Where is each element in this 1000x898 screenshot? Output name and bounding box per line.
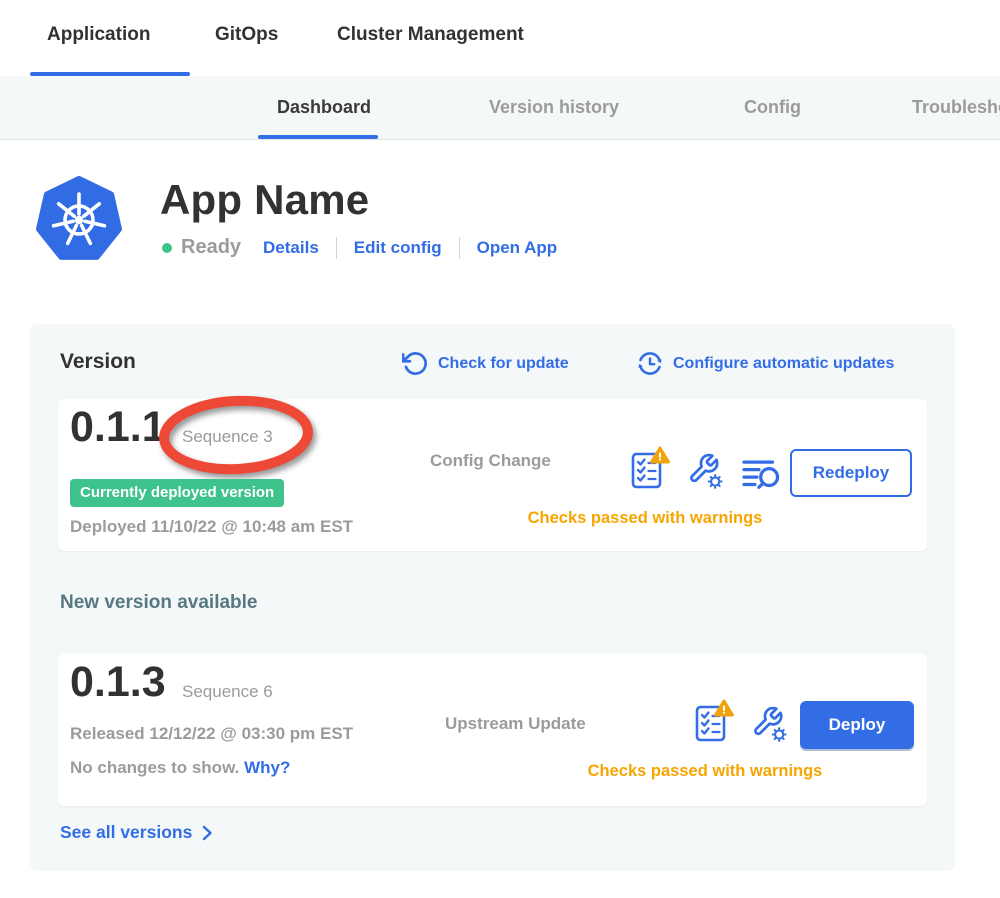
configure-automatic-updates-link[interactable]: Configure automatic updates (636, 350, 894, 377)
app-title: App Name (160, 176, 369, 224)
no-changes-text: No changes to show. Why? (70, 758, 290, 778)
released-timestamp: Released 12/12/22 @ 03:30 pm EST (70, 724, 353, 744)
version-source-label: Config Change (430, 451, 551, 471)
app-status-row: Ready Details Edit config Open App (162, 236, 557, 259)
currently-deployed-badge: Currently deployed version (70, 479, 284, 507)
redeploy-button[interactable]: Redeploy (790, 449, 912, 497)
current-version-card: 0.1.1 Sequence 3 Currently deployed vers… (58, 399, 927, 551)
top-nav: Application GitOps Cluster Management (0, 0, 1000, 76)
tab-troubleshoot[interactable]: Troubleshoot (912, 97, 1000, 118)
divider (336, 237, 337, 259)
checks-warning-text[interactable]: Checks passed with warnings (588, 762, 823, 781)
deploy-button[interactable]: Deploy (800, 701, 914, 749)
version-source-label: Upstream Update (445, 714, 586, 734)
configure-automatic-updates-label: Configure automatic updates (673, 355, 894, 373)
available-version-card: 0.1.3 Sequence 6 Released 12/12/22 @ 03:… (58, 654, 927, 806)
check-for-update-label: Check for update (438, 355, 569, 373)
available-sequence-label: Sequence 6 (182, 682, 273, 702)
check-for-update-link[interactable]: Check for update (402, 350, 569, 377)
edit-config-wrench-icon[interactable] (750, 702, 788, 744)
tab-gitops[interactable]: GitOps (215, 24, 278, 46)
see-all-versions-link[interactable]: See all versions (60, 822, 213, 843)
active-subtab-underline (258, 135, 378, 139)
rotate-ccw-icon (402, 350, 429, 377)
open-app-link[interactable]: Open App (477, 238, 558, 258)
no-changes-label: No changes to show. (70, 758, 239, 777)
tab-cluster-management[interactable]: Cluster Management (337, 24, 524, 46)
preflight-checklist-warning-icon[interactable] (694, 698, 734, 744)
app-sub-nav: Dashboard Version history Config Trouble… (0, 76, 1000, 140)
see-all-versions-label: See all versions (60, 822, 192, 843)
tab-version-history[interactable]: Version history (489, 97, 619, 118)
deployed-timestamp: Deployed 11/10/22 @ 10:48 am EST (70, 517, 353, 537)
chevron-right-icon (202, 825, 213, 841)
tab-config[interactable]: Config (744, 97, 801, 118)
tab-application[interactable]: Application (47, 24, 150, 46)
current-version-number: 0.1.1 (70, 403, 166, 452)
new-version-heading: New version available (60, 592, 258, 614)
divider (459, 237, 460, 259)
ready-status-label: Ready (181, 236, 241, 259)
version-action-icons (694, 698, 788, 744)
why-link[interactable]: Why? (244, 758, 290, 777)
gear-icon (773, 728, 786, 741)
preflight-checklist-warning-icon[interactable] (630, 445, 670, 491)
version-heading: Version (60, 350, 136, 374)
version-action-icons (630, 445, 782, 491)
view-files-search-icon[interactable] (740, 455, 782, 491)
current-sequence-label: Sequence 3 (182, 427, 273, 447)
tab-dashboard[interactable]: Dashboard (277, 97, 371, 118)
kubernetes-logo-icon (35, 176, 123, 264)
admin-console: Application GitOps Cluster Management Da… (0, 0, 1000, 898)
app-header: App Name Ready Details Edit config Open … (35, 176, 1000, 272)
edit-config-wrench-icon[interactable] (686, 449, 724, 491)
available-version-number: 0.1.3 (70, 658, 166, 707)
checks-warning-text[interactable]: Checks passed with warnings (528, 509, 763, 528)
auto-update-clock-icon (636, 350, 664, 377)
details-link[interactable]: Details (263, 238, 319, 258)
version-panel: Version Check for update Configure autom… (30, 324, 955, 871)
ready-status-dot (162, 243, 172, 253)
edit-config-link[interactable]: Edit config (354, 238, 442, 258)
gear-icon (709, 475, 722, 488)
